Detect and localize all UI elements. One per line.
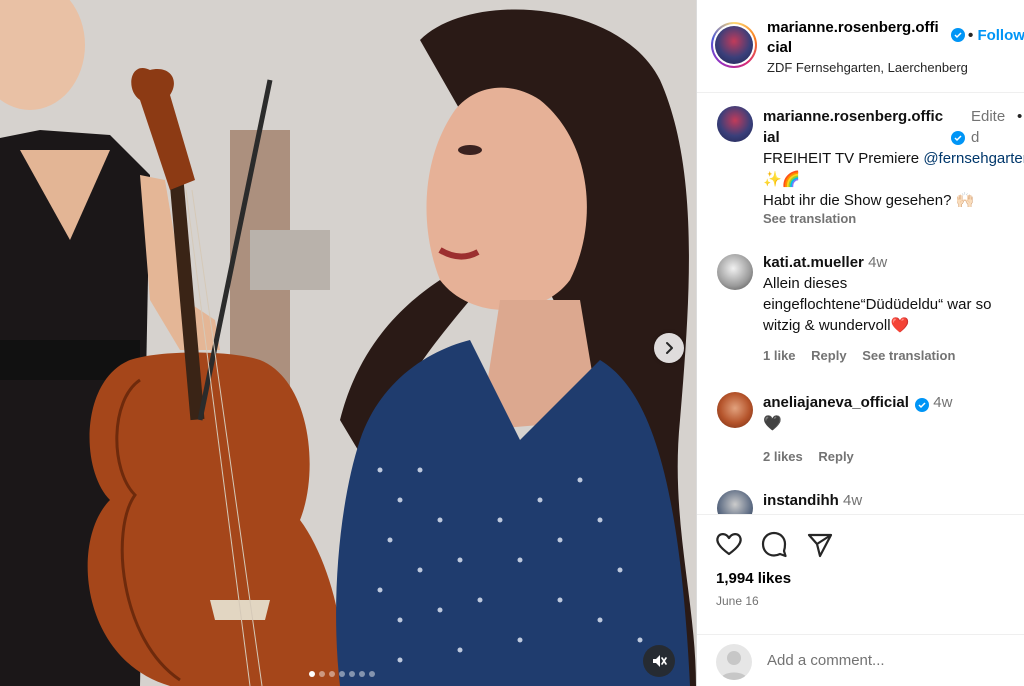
edited-label: Edite d (971, 108, 1006, 146)
see-translation-link[interactable]: See translation (862, 348, 955, 363)
carousel-dot (369, 671, 375, 677)
carousel-dot (319, 671, 325, 677)
comment-input[interactable] (767, 652, 1007, 669)
comment-username[interactable]: kati.at.mueller (763, 254, 864, 271)
verified-icon (951, 28, 965, 42)
comment-text: Allein dieses eingeflochtene“Düdüdeldu“ … (763, 275, 992, 334)
carousel-dot (309, 671, 315, 677)
caption-text-line: Habt ihr die Show gesehen? 🙌🏻 (763, 192, 975, 209)
commenter-avatar[interactable] (717, 490, 753, 514)
commenter-avatar[interactable] (717, 254, 753, 290)
comment-username[interactable]: instandihh (763, 492, 839, 509)
caption-author-avatar[interactable] (717, 106, 753, 142)
speaker-muted-icon (653, 655, 667, 667)
see-translation-link[interactable]: See translation (763, 211, 1023, 227)
carousel-dot (349, 671, 355, 677)
post-date[interactable]: June 16 (716, 594, 759, 608)
commenter-avatar[interactable] (717, 392, 753, 428)
comments-list[interactable]: marianne.rosenberg.offic ial Edite d • FRE… (697, 94, 1024, 514)
author-username[interactable]: marianne.rosenberg.offi cial (767, 18, 947, 58)
user-avatar (716, 644, 752, 680)
post-header: marianne.rosenberg.offi cial • Follow ZDF… (697, 0, 1024, 93)
more-options-icon[interactable]: • (1017, 106, 1022, 127)
add-comment-bar (697, 634, 1024, 686)
post-location[interactable]: ZDF Fernsehgarten, Laerchenberg (767, 60, 968, 75)
carousel-dot (339, 671, 345, 677)
caption-text: FREIHEIT TV Premiere @fernsehgarten (763, 148, 1024, 169)
carousel-indicator (309, 671, 375, 677)
post-side-panel: marianne.rosenberg.offi cial • Follow ZDF… (696, 0, 1024, 686)
verified-icon (915, 398, 930, 412)
video-frame (0, 0, 696, 686)
comment-icon[interactable] (759, 529, 789, 559)
comment-time[interactable]: 4w (868, 254, 887, 271)
reply-button[interactable]: Reply (811, 348, 846, 363)
carousel-dot (359, 671, 365, 677)
reply-button[interactable]: Reply (818, 449, 853, 464)
next-slide-button[interactable] (654, 333, 684, 363)
heart-icon[interactable] (714, 529, 744, 559)
comment-text: 🖤 (763, 415, 782, 432)
chevron-right-icon (666, 342, 673, 354)
mute-button[interactable] (643, 645, 675, 677)
like-count[interactable]: 1,994 likes (716, 570, 791, 587)
caption-emoji: ✨🌈 (763, 171, 801, 188)
follow-button[interactable]: • Follow (968, 27, 1024, 44)
comment-username[interactable]: aneliajaneva_official (763, 394, 909, 411)
carousel-dot (329, 671, 335, 677)
post-media[interactable] (0, 0, 696, 686)
caption-username[interactable]: marianne.rosenberg.offic ial (763, 108, 943, 146)
verified-icon (951, 131, 965, 145)
comment-time[interactable]: 4w (933, 394, 952, 411)
author-avatar[interactable] (711, 22, 757, 68)
post-actions: 1,994 likes June 16 (697, 514, 1024, 634)
share-icon[interactable] (805, 529, 835, 559)
comment-likes[interactable]: 1 like (763, 348, 796, 363)
comment-likes[interactable]: 2 likes (763, 449, 803, 464)
mention-link[interactable]: @fernsehgarten (923, 150, 1024, 167)
comment-time[interactable]: 4w (843, 492, 862, 509)
